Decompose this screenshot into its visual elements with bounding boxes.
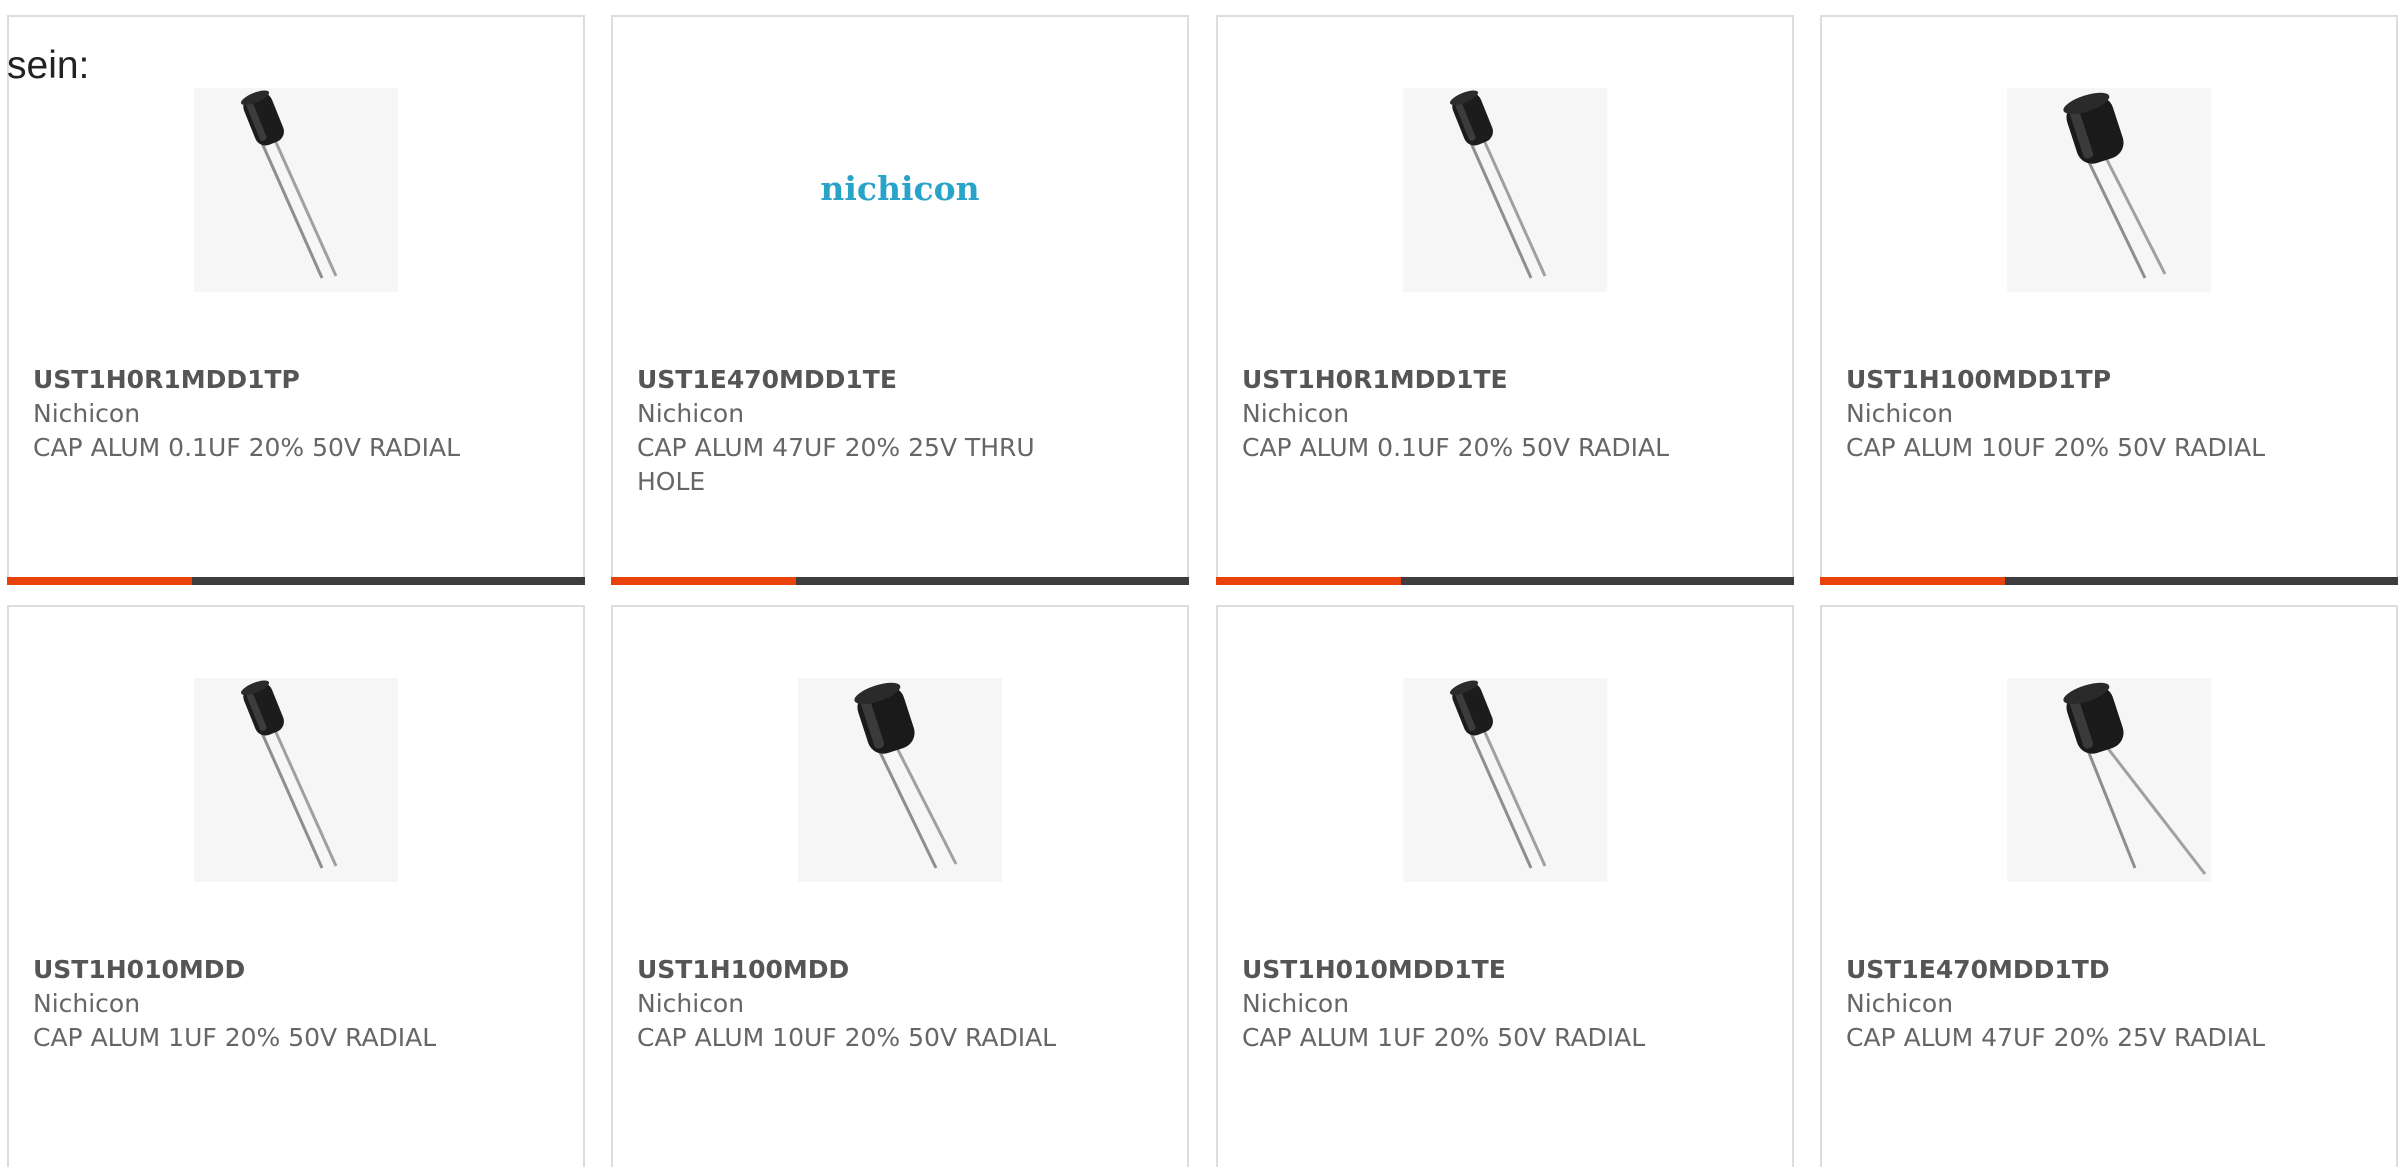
product-grid: UST1H0R1MDD1TP Nichicon CAP ALUM 0.1UF 2… <box>0 0 2400 1167</box>
part-number-link[interactable]: UST1H0R1MDD1TE <box>1242 363 1768 397</box>
product-card[interactable]: UST1H100MDD1TP Nichicon CAP ALUM 10UF 20… <box>1820 15 2398 585</box>
capacitor-small-icon <box>1403 678 1607 882</box>
product-info: UST1H0R1MDD1TE Nichicon CAP ALUM 0.1UF 2… <box>1242 363 1768 465</box>
product-card[interactable]: UST1H010MDD1TE Nichicon CAP ALUM 1UF 20%… <box>1216 605 1794 1167</box>
product-card[interactable]: UST1H0R1MDD1TP Nichicon CAP ALUM 0.1UF 2… <box>7 15 585 585</box>
product-info: UST1H100MDD Nichicon CAP ALUM 10UF 20% 5… <box>637 953 1163 1055</box>
manufacturer-name: Nichicon <box>33 399 141 428</box>
progress-bar-fill <box>1216 577 1401 585</box>
manufacturer-name: Nichicon <box>637 989 745 1018</box>
product-info: UST1H010MDD1TE Nichicon CAP ALUM 1UF 20%… <box>1242 953 1768 1055</box>
product-description: CAP ALUM 0.1UF 20% 50V RADIAL <box>1242 433 1670 462</box>
product-info: UST1H0R1MDD1TP Nichicon CAP ALUM 0.1UF 2… <box>33 363 559 465</box>
progress-bar <box>7 577 585 585</box>
product-info: UST1H010MDD Nichicon CAP ALUM 1UF 20% 50… <box>33 953 559 1055</box>
product-description: CAP ALUM 1UF 20% 50V RADIAL <box>1242 1023 1646 1052</box>
nichicon-logo: nichicon <box>798 88 1002 292</box>
part-number-link[interactable]: UST1H100MDD <box>637 953 1163 987</box>
progress-bar-fill <box>611 577 796 585</box>
progress-bar-fill <box>1820 577 2005 585</box>
progress-bar <box>1216 577 1794 585</box>
product-description: CAP ALUM 47UF 20% 25V RADIAL <box>1846 1023 2266 1052</box>
product-info: UST1E470MDD1TD Nichicon CAP ALUM 47UF 20… <box>1846 953 2372 1055</box>
product-card[interactable]: nichicon UST1E470MDD1TE Nichicon CAP ALU… <box>611 15 1189 585</box>
part-number-link[interactable]: UST1H0R1MDD1TP <box>33 363 559 397</box>
capacitor-small-icon <box>1403 88 1607 292</box>
lead-text: sein: <box>7 44 90 87</box>
manufacturer-name: Nichicon <box>1846 989 1954 1018</box>
manufacturer-name: Nichicon <box>1242 989 1350 1018</box>
part-number-link[interactable]: UST1H010MDD1TE <box>1242 953 1768 987</box>
product-description: CAP ALUM 10UF 20% 50V RADIAL <box>637 1023 1057 1052</box>
product-description: CAP ALUM 10UF 20% 50V RADIAL <box>1846 433 2266 462</box>
progress-bar <box>1820 577 2398 585</box>
svg-text:nichicon: nichicon <box>820 169 979 208</box>
product-description: CAP ALUM 1UF 20% 50V RADIAL <box>33 1023 437 1052</box>
capacitor-large-icon <box>2007 88 2211 292</box>
product-description: CAP ALUM 0.1UF 20% 50V RADIAL <box>33 433 461 462</box>
product-card[interactable]: UST1H0R1MDD1TE Nichicon CAP ALUM 0.1UF 2… <box>1216 15 1794 585</box>
product-card[interactable]: UST1H100MDD Nichicon CAP ALUM 10UF 20% 5… <box>611 605 1189 1167</box>
manufacturer-name: Nichicon <box>1242 399 1350 428</box>
part-number-link[interactable]: UST1E470MDD1TD <box>1846 953 2372 987</box>
capacitor-large-icon <box>2007 678 2211 882</box>
manufacturer-name: Nichicon <box>637 399 745 428</box>
part-number-link[interactable]: UST1E470MDD1TE <box>637 363 1163 397</box>
part-number-link[interactable]: UST1H010MDD <box>33 953 559 987</box>
product-grid-page: sein: UST1H0R1MDD1TP Nichicon CAP ALUM 0… <box>0 0 2400 1167</box>
capacitor-small-icon <box>194 678 398 882</box>
product-info: UST1E470MDD1TE Nichicon CAP ALUM 47UF 20… <box>637 363 1163 499</box>
part-number-link[interactable]: UST1H100MDD1TP <box>1846 363 2372 397</box>
manufacturer-name: Nichicon <box>33 989 141 1018</box>
capacitor-large-icon <box>798 678 1002 882</box>
capacitor-small-icon <box>194 88 398 292</box>
manufacturer-name: Nichicon <box>1846 399 1954 428</box>
progress-bar <box>611 577 1189 585</box>
product-description: CAP ALUM 47UF 20% 25V THRU HOLE <box>637 433 1035 496</box>
progress-bar-fill <box>7 577 192 585</box>
product-card[interactable]: UST1E470MDD1TD Nichicon CAP ALUM 47UF 20… <box>1820 605 2398 1167</box>
product-card[interactable]: UST1H010MDD Nichicon CAP ALUM 1UF 20% 50… <box>7 605 585 1167</box>
product-info: UST1H100MDD1TP Nichicon CAP ALUM 10UF 20… <box>1846 363 2372 465</box>
